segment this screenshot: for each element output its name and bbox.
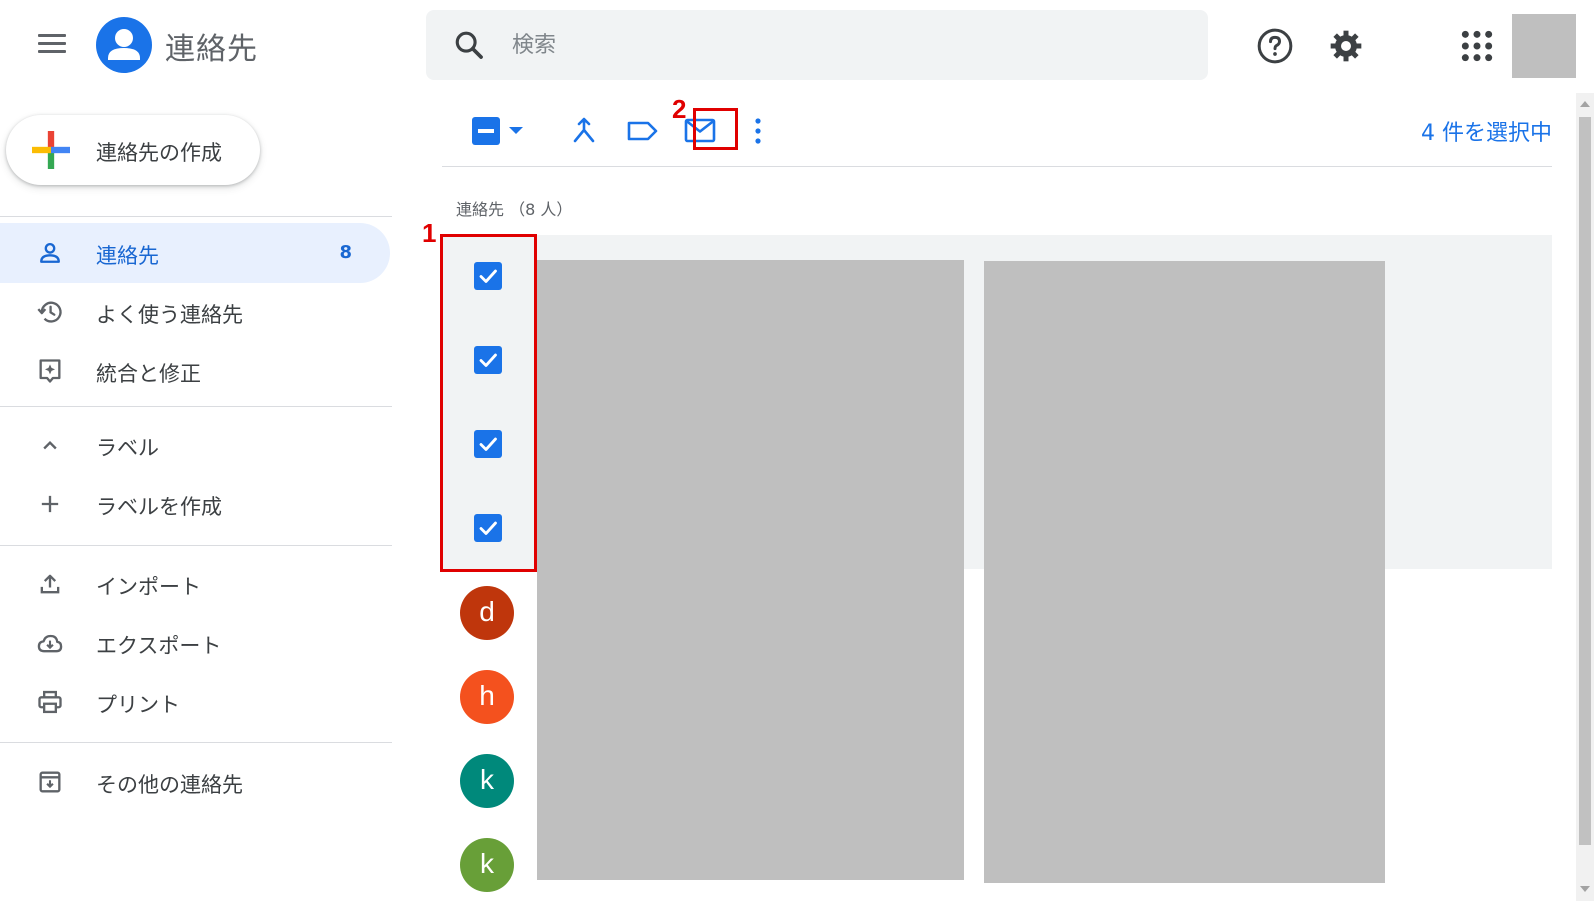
sidebar-item-label: 統合と修正 [96,362,201,386]
sidebar-item-label: その他の連絡先 [96,773,243,797]
contacts-logo-icon [96,17,152,73]
contact-avatar[interactable]: h [460,670,514,724]
colorful-plus-icon [32,131,70,169]
contacts-list-header: 連絡先 （8 人） [456,200,573,219]
annotation-number-2: 2 [672,94,687,124]
contacts-count-badge: 8 [339,242,352,263]
account-avatar[interactable] [1512,14,1576,78]
divider [0,406,392,407]
main-menu-button[interactable] [30,26,70,62]
vertical-scrollbar[interactable] [1576,93,1594,901]
apps-grid-icon[interactable] [1457,26,1497,66]
more-vert-icon[interactable] [736,109,780,153]
scrollbar-thumb[interactable] [1579,117,1591,845]
sidebar-item-labels-toggle[interactable]: ラベル [0,415,390,475]
divider [0,545,392,546]
hamburger-line [38,42,66,45]
hamburger-menu-icon [38,34,66,37]
sidebar-item-contacts[interactable]: 連絡先 8 [0,223,390,283]
sidebar-item-merge-fix[interactable]: 統合と修正 [0,341,390,401]
label-icon[interactable] [620,109,664,153]
selected-count-label: 4 件を選択中 [1421,121,1552,146]
create-contact-button[interactable]: 連絡先の作成 [6,115,260,185]
sidebar-item-label: ラベルを作成 [96,495,222,519]
select-dropdown-arrow-icon[interactable] [502,109,530,153]
contact-avatar[interactable]: d [460,586,514,640]
merge-fix-icon [39,359,61,383]
sidebar: 連絡先の作成 連絡先 8 よく使う連絡先 統合と修正 ラベル ラベルを作成 イン… [0,90,392,901]
divider [0,742,392,743]
contact-avatar[interactable]: k [460,838,514,892]
help-icon[interactable] [1255,26,1295,66]
create-contact-label: 連絡先の作成 [96,141,222,165]
contact-avatar[interactable]: k [460,754,514,808]
person-icon [40,242,60,263]
sidebar-item-create-label[interactable]: ラベルを作成 [0,474,390,534]
app-title: 連絡先 [165,32,258,67]
sidebar-item-export[interactable]: エクスポート [0,613,390,673]
sidebar-item-label: よく使う連絡先 [96,303,243,327]
divider [0,216,392,217]
sidebar-item-label: インポート [96,575,201,599]
selection-toolbar: 4 件を選択中 [442,95,1552,167]
plus-icon [41,495,59,513]
redacted-name-column [537,260,964,880]
top-bar: 連絡先 [0,0,1594,90]
search-icon[interactable] [452,28,486,62]
sidebar-item-import[interactable]: インポート [0,554,390,614]
sidebar-item-print[interactable]: プリント [0,672,390,732]
archive-icon [39,771,61,793]
sidebar-item-frequent[interactable]: よく使う連絡先 [0,282,390,342]
scroll-up-arrow-icon[interactable] [1580,101,1590,107]
history-icon [37,301,62,323]
annotation-box-email [693,108,738,150]
annotation-number-1: 1 [422,218,437,248]
scroll-down-arrow-icon[interactable] [1580,886,1590,892]
settings-gear-icon[interactable] [1326,26,1366,66]
sidebar-item-label: エクスポート [96,634,222,658]
search-input[interactable] [512,22,1172,68]
cloud-download-icon [37,634,63,653]
sidebar-item-label: プリント [96,693,180,717]
hamburger-line [38,50,66,53]
merge-icon[interactable] [562,109,606,153]
print-icon [38,690,62,714]
sidebar-item-label: 連絡先 [96,244,159,268]
search-bar[interactable] [426,10,1208,80]
sidebar-item-label: ラベル [96,436,159,460]
sidebar-item-other-contacts[interactable]: その他の連絡先 [0,752,390,812]
upload-icon [40,574,60,594]
chevron-up-icon [43,441,57,450]
redacted-email-column [984,261,1385,883]
annotation-box-checkboxes [440,234,537,572]
